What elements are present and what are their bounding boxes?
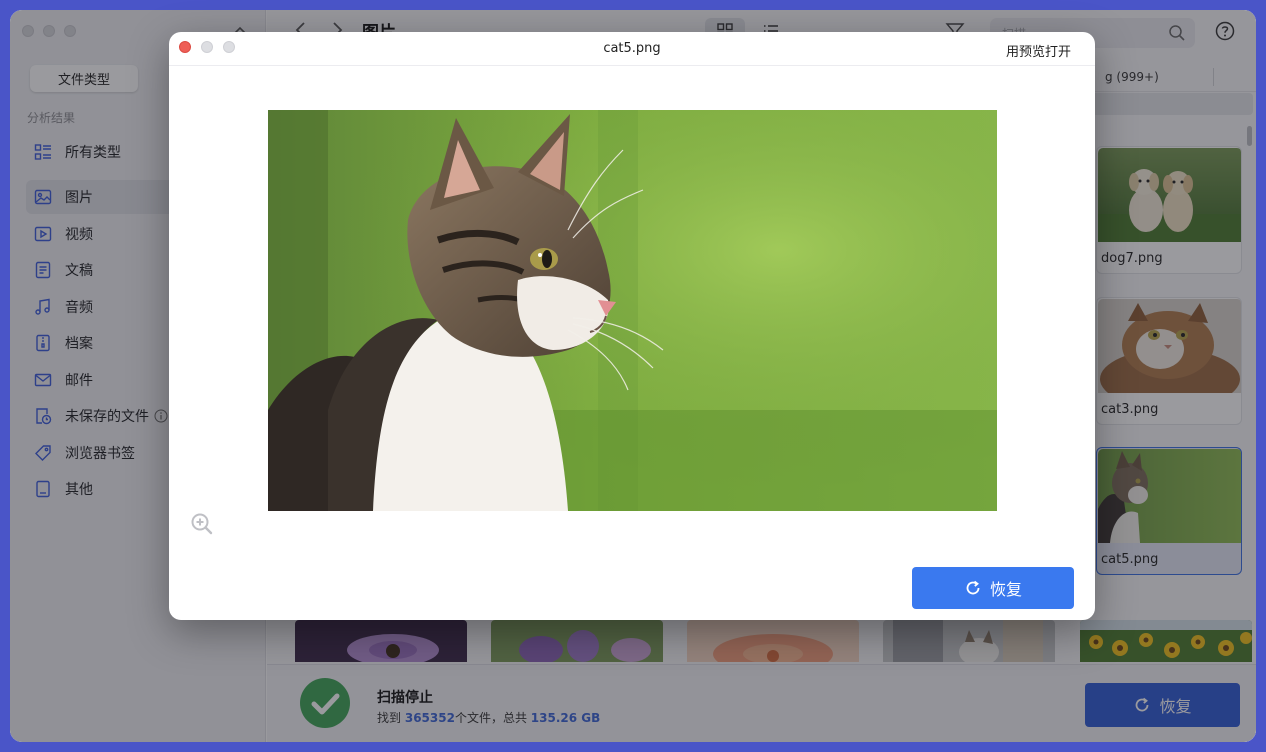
dialog-recover-label: 恢复 [989,580,1022,599]
open-with-preview-button[interactable]: 用预览打开 [1006,41,1071,60]
preview-dialog-header: cat5.png 用预览打开 [169,32,1095,66]
zoom-in-icon[interactable] [190,512,214,536]
preview-file-name: cat5.png [603,41,661,56]
dialog-recover-button[interactable]: 恢复 [912,567,1074,609]
refresh-icon [966,580,980,595]
preview-image-cat [268,110,997,511]
preview-dialog: cat5.png 用预览打开 恢复 [169,32,1095,620]
